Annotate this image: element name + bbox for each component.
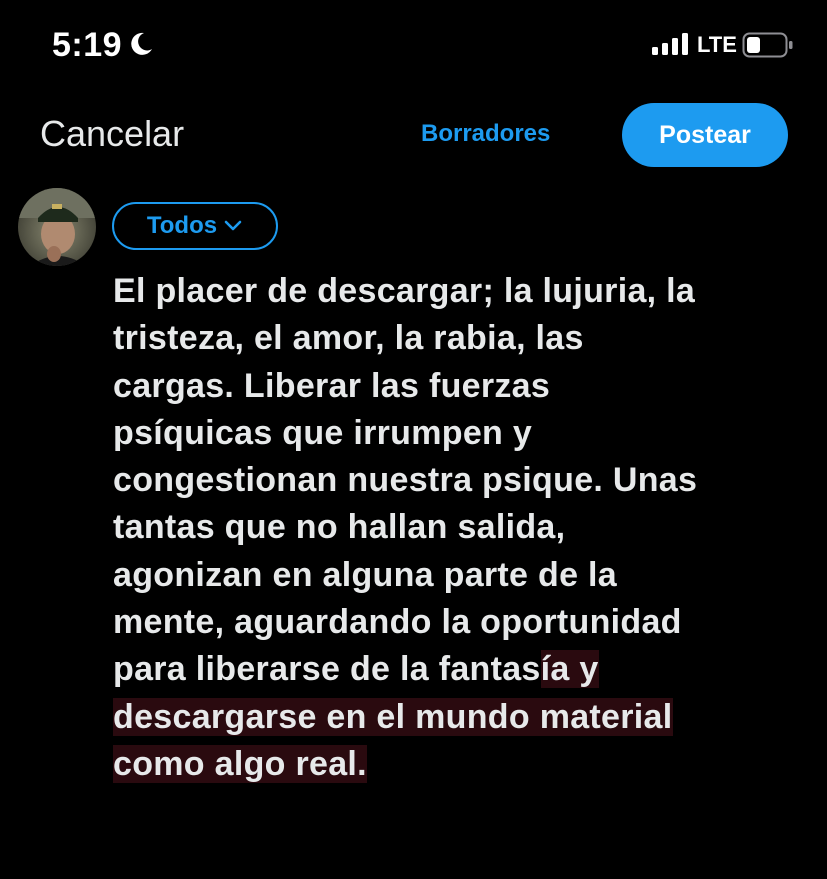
network-type: LTE: [697, 32, 737, 57]
status-bar: 5:19 LTE: [0, 0, 827, 90]
post-text-line: agonizan en alguna parte de la: [113, 555, 617, 594]
post-text-line: para liberarse de la fantasía y: [113, 646, 803, 693]
signal-icon: [652, 32, 690, 61]
post-text-line: mente, aguardando la oportunidad: [113, 603, 682, 642]
over-limit-text: ía y: [540, 650, 599, 689]
post-text-segment: para liberarse de la fantas: [113, 650, 541, 689]
cancel-button[interactable]: Cancelar: [40, 113, 184, 155]
post-button[interactable]: Postear: [622, 103, 788, 167]
audience-label: Todos: [146, 212, 218, 239]
drafts-button[interactable]: Borradores: [421, 120, 550, 148]
post-text-line: descargarse en el mundo material: [113, 694, 803, 741]
post-text-line: congestionan nuestra psique. Unas: [113, 461, 698, 500]
avatar[interactable]: [18, 188, 96, 266]
audience-selector[interactable]: Todos: [112, 202, 278, 250]
chevron-down-icon: [223, 212, 243, 240]
post-text-line: tristeza, el amor, la rabia, las: [113, 319, 584, 358]
post-text-line: como algo real.: [113, 741, 803, 788]
over-limit-text: descargarse en el mundo material: [113, 697, 673, 736]
post-text-area[interactable]: El placer de descargar; la lujuria, la t…: [113, 268, 803, 788]
status-time: 5:19: [52, 26, 123, 64]
post-text-line: psíquicas que irrumpen y: [113, 413, 533, 452]
moon-icon: [128, 31, 154, 62]
post-text-line: cargas. Liberar las fuerzas: [113, 366, 551, 405]
battery-icon: [742, 32, 794, 63]
over-limit-text: como algo real.: [113, 744, 367, 783]
post-text-line: tantas que no hallan salida,: [113, 508, 566, 547]
post-text-line: El placer de descargar; la lujuria, la: [113, 272, 696, 310]
